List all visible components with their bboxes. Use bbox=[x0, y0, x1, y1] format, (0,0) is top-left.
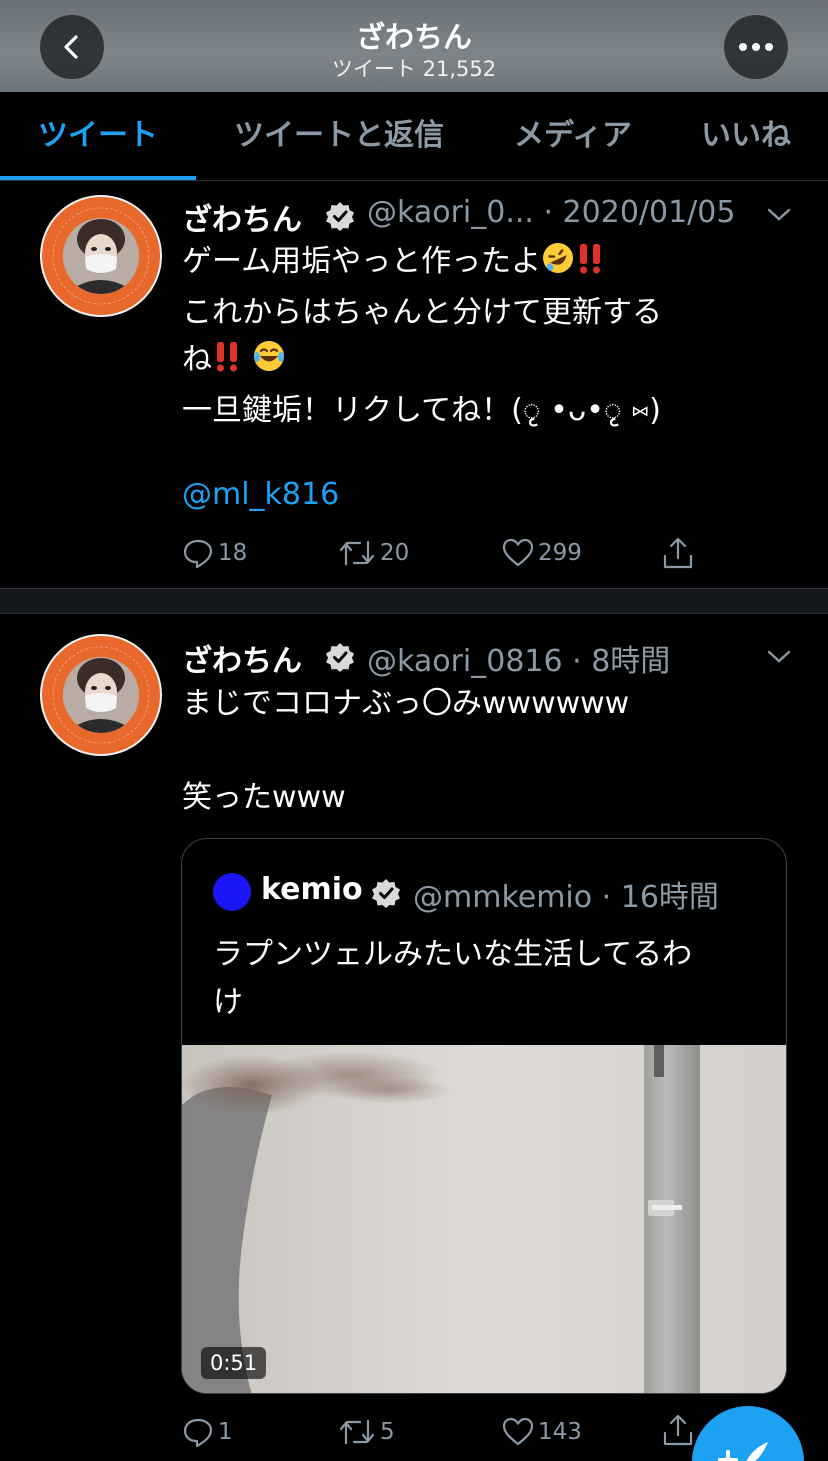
verified-badge-icon bbox=[326, 643, 354, 672]
compose-tweet-button[interactable] bbox=[692, 1406, 804, 1461]
profile-header: ざわちん ツイート 21,552 bbox=[0, 0, 828, 92]
more-horizontal-icon bbox=[739, 43, 773, 51]
tab-likes[interactable]: いいね bbox=[676, 92, 816, 180]
joy-emoji-icon bbox=[252, 339, 286, 387]
tweet-separator bbox=[0, 588, 828, 614]
reply-button[interactable]: 18 bbox=[182, 533, 247, 573]
retweet-icon bbox=[339, 1419, 375, 1445]
tweet[interactable]: ざわちん @kaori_0... · 2020/01/05 ゲーム用垢やっと作っ… bbox=[0, 181, 828, 587]
reply-count: 18 bbox=[218, 540, 248, 566]
reply-button[interactable]: 1 bbox=[182, 1412, 233, 1452]
retweet-count: 5 bbox=[380, 1419, 395, 1445]
app-screen: ざわちん ツイート 21,552 ツイート ツイートと返信 メディア いいね ざ… bbox=[0, 0, 828, 1461]
verified-badge-icon bbox=[372, 879, 400, 908]
display-name[interactable]: ざわちん bbox=[182, 195, 302, 239]
quoted-handle-and-time: @mmkemio · 16時間 bbox=[413, 880, 719, 915]
mention-link[interactable]: @ml_k816 bbox=[182, 477, 339, 512]
compose-quill-icon bbox=[718, 1442, 768, 1461]
tweet-text-line: まじでコロナぶっ〇みwwwwww bbox=[182, 686, 630, 721]
header-title: ざわちん bbox=[355, 20, 472, 54]
heart-icon bbox=[502, 538, 534, 567]
retweet-count: 20 bbox=[380, 540, 410, 566]
quoted-tweet-card[interactable]: kemio @mmkemio · 16時間 ラプンツェルみたいな生活してるわけ bbox=[181, 838, 787, 1394]
quoted-text-line: ラプンツェルみたいな生活してるわ bbox=[213, 937, 693, 972]
tweet-text-line: ゲーム用垢やっと作ったよ bbox=[182, 244, 542, 279]
share-icon bbox=[663, 537, 693, 569]
double-exclamation-icon bbox=[575, 241, 605, 289]
like-button[interactable]: 143 bbox=[502, 1412, 582, 1452]
tab-media[interactable]: メディア bbox=[490, 92, 656, 180]
share-button[interactable] bbox=[662, 533, 694, 573]
tweet-text-line: ね bbox=[182, 342, 212, 377]
rofl-emoji-icon bbox=[541, 241, 575, 289]
tweet-text-line: 笑ったwww bbox=[182, 780, 346, 815]
tab-tweets[interactable]: ツイート bbox=[0, 92, 196, 180]
share-button[interactable] bbox=[662, 1410, 694, 1450]
retweet-icon bbox=[339, 540, 375, 566]
display-name[interactable]: ざわちん bbox=[182, 636, 302, 680]
like-button[interactable]: 299 bbox=[502, 533, 582, 573]
reply-icon bbox=[183, 539, 213, 569]
quoted-tweet-text: ラプンツェルみたいな生活してるわけ bbox=[213, 931, 773, 1027]
quoted-text-line: け bbox=[213, 985, 243, 1020]
video-thumbnail[interactable]: 0:51 bbox=[182, 1045, 786, 1393]
like-count: 143 bbox=[538, 1419, 582, 1445]
video-duration: 0:51 bbox=[201, 1347, 267, 1379]
retweet-button[interactable]: 20 bbox=[338, 533, 409, 573]
tab-tweets-and-replies[interactable]: ツイートと返信 bbox=[206, 92, 472, 180]
profile-tabs: ツイート ツイートと返信 メディア いいね bbox=[0, 92, 828, 181]
reply-count: 1 bbox=[218, 1419, 233, 1445]
quoted-avatar[interactable] bbox=[213, 873, 251, 911]
tweet-text: まじでコロナぶっ〇みwwwwww 笑ったwww bbox=[182, 680, 792, 821]
active-tab-indicator bbox=[0, 176, 196, 180]
quoted-display-name: kemio bbox=[261, 872, 363, 907]
like-count: 299 bbox=[538, 540, 582, 566]
handle-and-time: @kaori_0816 · 8時間 bbox=[367, 644, 671, 679]
more-button[interactable] bbox=[724, 15, 788, 79]
reply-icon bbox=[183, 1418, 213, 1448]
tweet-text-line: これからはちゃんと分けて更新する bbox=[182, 295, 662, 330]
video-frame bbox=[182, 1045, 786, 1393]
avatar[interactable] bbox=[40, 195, 162, 317]
verified-badge-icon bbox=[326, 202, 354, 231]
chevron-down-icon[interactable] bbox=[766, 206, 792, 224]
double-exclamation-icon bbox=[212, 339, 242, 387]
heart-icon bbox=[502, 1417, 534, 1446]
avatar[interactable] bbox=[40, 634, 162, 756]
share-icon bbox=[663, 1414, 693, 1446]
tweet-text-line: 一旦鍵垢！リクしてね！(ृ •ᴗ•ृ ⑅) bbox=[182, 393, 661, 428]
tweet-text: ゲーム用垢やっと作ったよ これからはちゃんと分けて更新する ね 一旦鍵垢！リクし… bbox=[182, 238, 792, 434]
chevron-down-icon[interactable] bbox=[766, 648, 792, 666]
handle-and-date: @kaori_0... · 2020/01/05 bbox=[367, 195, 736, 230]
tweet-count: ツイート 21,552 bbox=[331, 57, 497, 81]
retweet-button[interactable]: 5 bbox=[338, 1412, 395, 1452]
